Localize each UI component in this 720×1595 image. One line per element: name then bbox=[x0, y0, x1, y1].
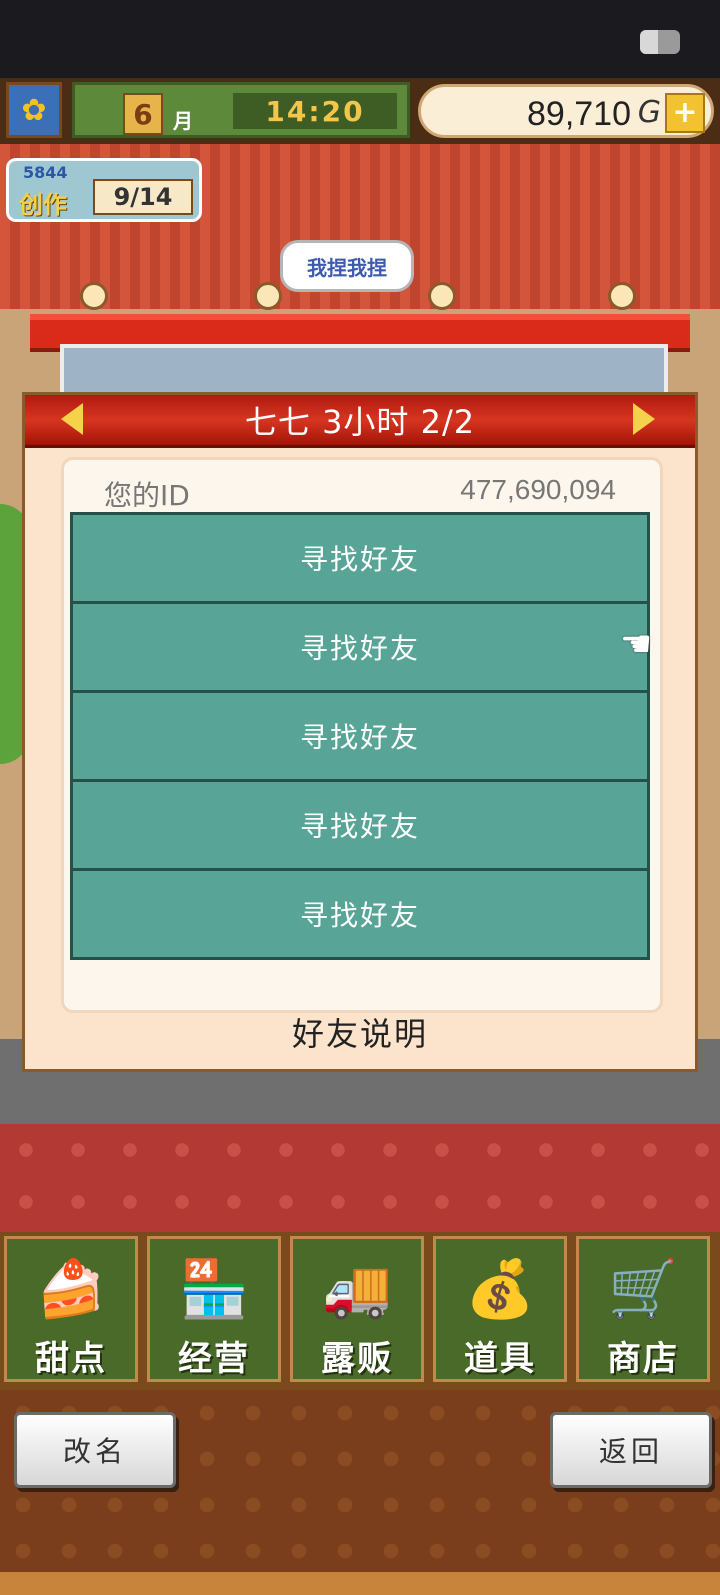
month-number: 6 bbox=[123, 93, 163, 135]
lamp-icon bbox=[608, 282, 636, 310]
menu-item-management[interactable]: 🏪 经营 bbox=[147, 1236, 281, 1382]
menu-item-label: 露贩 bbox=[321, 1338, 393, 1379]
menu-item-dessert[interactable]: 🍰 甜点 bbox=[4, 1236, 138, 1382]
main-menu-bar: 🍰 甜点 🏪 经营 🚚 露贩 💰 道具 🛒 商店 bbox=[0, 1232, 720, 1390]
status-bar bbox=[0, 0, 720, 78]
menu-item-label: 道具 bbox=[464, 1338, 536, 1379]
next-arrow-icon[interactable] bbox=[633, 403, 655, 435]
menu-item-label: 经营 bbox=[178, 1338, 250, 1379]
game-clock: 14:20 bbox=[233, 93, 397, 129]
menu-item-label: 商店 bbox=[607, 1338, 679, 1379]
user-id-value: 477,690,094 bbox=[460, 474, 616, 505]
rename-button[interactable]: 改名 bbox=[14, 1412, 176, 1488]
find-friend-button[interactable]: 寻找好友 bbox=[70, 868, 650, 960]
item-bag-icon: 💰 bbox=[465, 1257, 535, 1322]
creation-badge[interactable]: 5844 创作 9/14 bbox=[6, 158, 202, 222]
money-amount: 89,710 bbox=[527, 95, 631, 133]
shop-building-icon: 🏪 bbox=[179, 1257, 249, 1322]
food-truck-icon: 🚚 bbox=[322, 1257, 392, 1322]
friend-panel: 您的ID 477,690,094 寻找好友 寻找好友 寻找好友 寻找好友 寻找好… bbox=[61, 457, 663, 1013]
speech-bubble: 我捏我捏 bbox=[280, 240, 414, 292]
battery-icon bbox=[640, 30, 680, 54]
cake-icon: 🍰 bbox=[36, 1257, 106, 1322]
find-friend-button[interactable]: 寻找好友 bbox=[70, 690, 650, 782]
footer-edge bbox=[0, 1572, 720, 1595]
month-label: 月 bbox=[173, 109, 193, 133]
friends-dialog: 七七 3小时 2/2 您的ID 477,690,094 寻找好友 寻找好友 寻找… bbox=[22, 392, 698, 1072]
top-hud: ✿ 6 月 14:20 89,710 G + bbox=[0, 78, 720, 144]
lamp-icon bbox=[254, 282, 282, 310]
lamp-icon bbox=[80, 282, 108, 310]
user-id-label: 您的ID bbox=[104, 479, 190, 512]
friend-help-link[interactable]: 好友说明 bbox=[25, 1007, 695, 1057]
menu-item-food-truck[interactable]: 🚚 露贩 bbox=[290, 1236, 424, 1382]
dialog-title: 七七 3小时 2/2 bbox=[244, 403, 476, 441]
dialog-header: 七七 3小时 2/2 bbox=[25, 395, 695, 448]
creation-score: 5844 bbox=[23, 163, 68, 182]
pointer-hand-icon: ☚ bbox=[620, 624, 653, 665]
footer-panel: 改名 返回 bbox=[0, 1390, 720, 1595]
find-friend-button[interactable]: 寻找好友 bbox=[70, 601, 650, 693]
date-panel: 6 月 14:20 bbox=[72, 82, 410, 138]
sunflower-icon[interactable]: ✿ bbox=[6, 82, 62, 138]
shopping-cart-icon: 🛒 bbox=[608, 1257, 678, 1322]
menu-item-store[interactable]: 🛒 商店 bbox=[576, 1236, 710, 1382]
find-friend-button[interactable]: 寻找好友 bbox=[70, 512, 650, 604]
add-money-button[interactable]: + bbox=[665, 93, 705, 133]
menu-item-items[interactable]: 💰 道具 bbox=[433, 1236, 567, 1382]
lamp-icon bbox=[428, 282, 456, 310]
currency-icon: G bbox=[637, 95, 661, 130]
menu-item-label: 甜点 bbox=[35, 1338, 107, 1379]
friend-list: 寻找好友 寻找好友 寻找好友 寻找好友 寻找好友 bbox=[70, 512, 650, 960]
creation-label: 创作 bbox=[19, 191, 67, 219]
creation-count: 9/14 bbox=[93, 179, 193, 215]
money-panel: 89,710 G + bbox=[418, 84, 714, 138]
red-carpet bbox=[0, 1124, 720, 1234]
find-friend-button[interactable]: 寻找好友 bbox=[70, 779, 650, 871]
back-button[interactable]: 返回 bbox=[550, 1412, 712, 1488]
